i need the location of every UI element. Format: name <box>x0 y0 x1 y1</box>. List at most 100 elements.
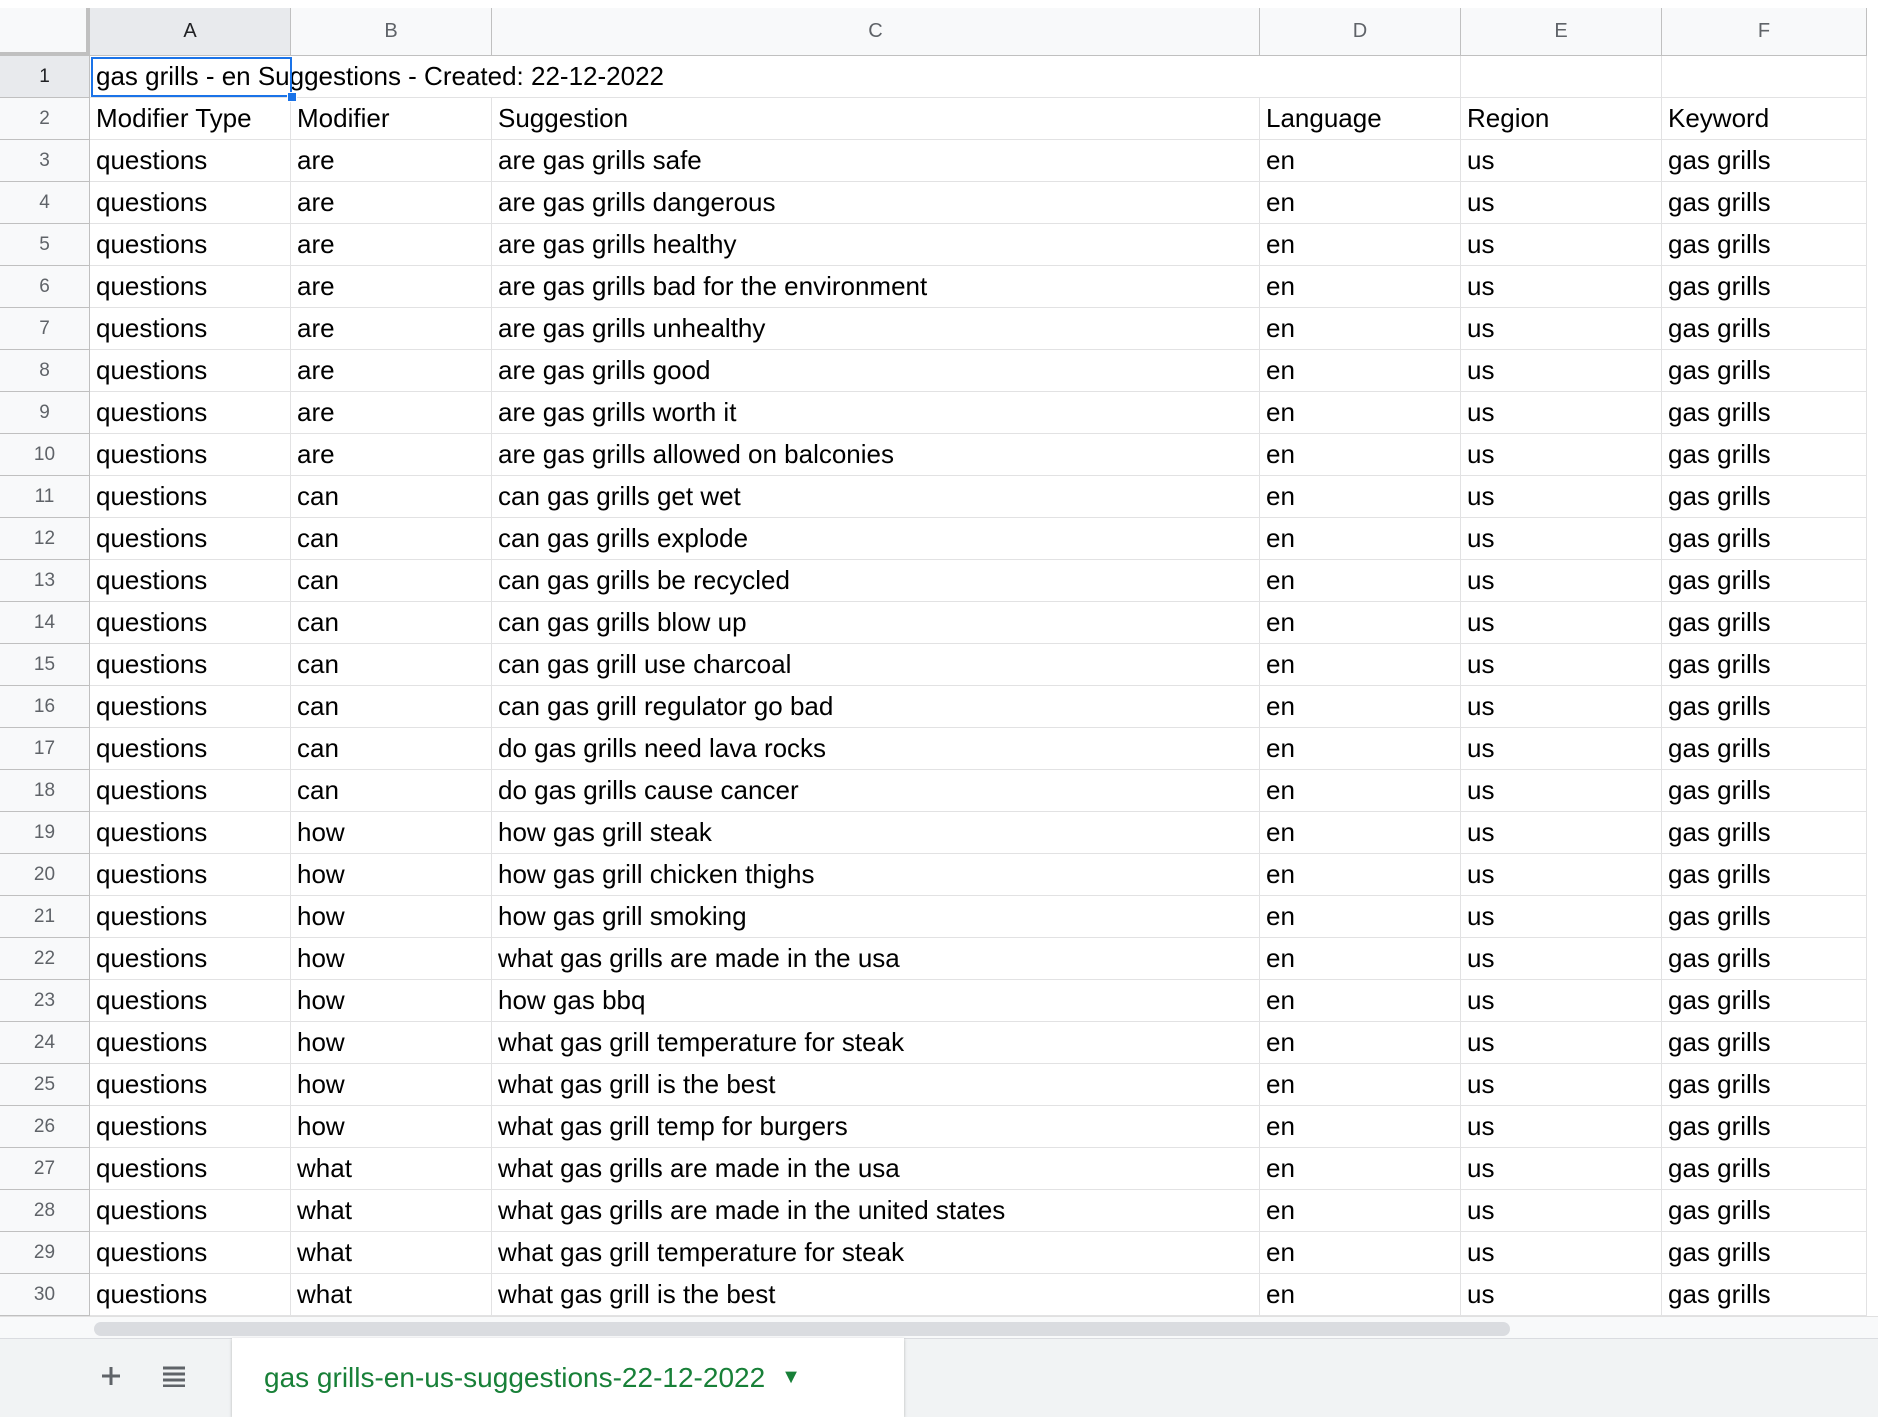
row-header[interactable]: 11 <box>0 476 90 518</box>
cell[interactable]: us <box>1461 896 1662 938</box>
cell[interactable]: questions <box>90 224 291 266</box>
row-header[interactable]: 9 <box>0 392 90 434</box>
cell[interactable]: Region <box>1461 98 1662 140</box>
cell[interactable]: how <box>291 896 492 938</box>
column-header-d[interactable]: D <box>1260 8 1461 56</box>
cell[interactable]: us <box>1461 938 1662 980</box>
cell[interactable]: are <box>291 350 492 392</box>
cell[interactable]: en <box>1260 980 1461 1022</box>
cell[interactable]: are gas grills good <box>492 350 1260 392</box>
cell[interactable]: us <box>1461 434 1662 476</box>
cell[interactable]: us <box>1461 560 1662 602</box>
cell[interactable]: gas grills <box>1662 434 1867 476</box>
cell[interactable]: us <box>1461 182 1662 224</box>
row-header[interactable]: 1 <box>0 56 90 98</box>
cell[interactable]: gas grills <box>1662 644 1867 686</box>
cell[interactable]: are <box>291 266 492 308</box>
cell[interactable]: questions <box>90 1022 291 1064</box>
cell[interactable]: how gas grill smoking <box>492 896 1260 938</box>
cell[interactable]: gas grills <box>1662 896 1867 938</box>
cell[interactable]: questions <box>90 308 291 350</box>
cell[interactable]: questions <box>90 896 291 938</box>
cell[interactable]: en <box>1260 602 1461 644</box>
cell[interactable]: us <box>1461 602 1662 644</box>
cell[interactable]: what gas grills are made in the united s… <box>492 1190 1260 1232</box>
row-header[interactable]: 22 <box>0 938 90 980</box>
cell[interactable]: us <box>1461 1274 1662 1316</box>
cell[interactable]: questions <box>90 518 291 560</box>
cell[interactable]: us <box>1461 1190 1662 1232</box>
cell[interactable]: us <box>1461 812 1662 854</box>
cell[interactable]: gas grills <box>1662 812 1867 854</box>
cell[interactable]: can gas grill use charcoal <box>492 644 1260 686</box>
scrollbar-thumb[interactable] <box>94 1322 1510 1336</box>
row-header[interactable]: 4 <box>0 182 90 224</box>
cell[interactable]: questions <box>90 266 291 308</box>
row-header[interactable]: 23 <box>0 980 90 1022</box>
cell[interactable]: us <box>1461 224 1662 266</box>
column-header-c[interactable]: C <box>492 8 1260 56</box>
cell[interactable]: are gas grills healthy <box>492 224 1260 266</box>
cell[interactable]: can <box>291 728 492 770</box>
cell[interactable]: en <box>1260 266 1461 308</box>
column-header-b[interactable]: B <box>291 8 492 56</box>
cell[interactable]: en <box>1260 854 1461 896</box>
row-header[interactable]: 2 <box>0 98 90 140</box>
cell[interactable]: en <box>1260 140 1461 182</box>
cell[interactable]: questions <box>90 1190 291 1232</box>
column-header-f[interactable]: F <box>1662 8 1867 56</box>
cell[interactable]: can <box>291 602 492 644</box>
cell[interactable]: gas grills <box>1662 224 1867 266</box>
cell[interactable]: questions <box>90 644 291 686</box>
cell[interactable]: questions <box>90 854 291 896</box>
cell[interactable]: gas grills <box>1662 182 1867 224</box>
row-header[interactable]: 21 <box>0 896 90 938</box>
cell[interactable]: gas grills <box>1662 1232 1867 1274</box>
cell[interactable]: en <box>1260 1148 1461 1190</box>
cell[interactable]: gas grills <box>1662 308 1867 350</box>
cell[interactable]: us <box>1461 1148 1662 1190</box>
cell[interactable]: what <box>291 1190 492 1232</box>
cell[interactable]: us <box>1461 1064 1662 1106</box>
cell[interactable]: what gas grill is the best <box>492 1274 1260 1316</box>
cell[interactable]: us <box>1461 266 1662 308</box>
cell[interactable]: us <box>1461 476 1662 518</box>
row-header[interactable]: 25 <box>0 1064 90 1106</box>
cell[interactable]: how <box>291 980 492 1022</box>
cell[interactable]: en <box>1260 224 1461 266</box>
cell[interactable]: questions <box>90 980 291 1022</box>
cell[interactable]: are <box>291 182 492 224</box>
cell[interactable]: questions <box>90 350 291 392</box>
cell[interactable]: questions <box>90 602 291 644</box>
cell[interactable]: can <box>291 686 492 728</box>
cell[interactable]: what gas grills are made in the usa <box>492 938 1260 980</box>
cell[interactable]: can gas grills get wet <box>492 476 1260 518</box>
cell[interactable]: how gas bbq <box>492 980 1260 1022</box>
cell[interactable]: us <box>1461 1022 1662 1064</box>
cell[interactable]: can gas grills blow up <box>492 602 1260 644</box>
row-header[interactable]: 13 <box>0 560 90 602</box>
cell[interactable]: how <box>291 1022 492 1064</box>
cell[interactable]: what gas grill temp for burgers <box>492 1106 1260 1148</box>
cell[interactable]: are gas grills dangerous <box>492 182 1260 224</box>
cell[interactable] <box>1260 56 1461 98</box>
cell[interactable]: are gas grills worth it <box>492 392 1260 434</box>
cell[interactable]: en <box>1260 896 1461 938</box>
cell[interactable]: are <box>291 434 492 476</box>
cell[interactable]: gas grills <box>1662 854 1867 896</box>
cell[interactable]: us <box>1461 308 1662 350</box>
cell[interactable]: gas grills <box>1662 1190 1867 1232</box>
row-header[interactable]: 29 <box>0 1232 90 1274</box>
cell[interactable]: are gas grills safe <box>492 140 1260 182</box>
cell[interactable]: are <box>291 140 492 182</box>
row-header[interactable]: 30 <box>0 1274 90 1316</box>
row-header[interactable]: 19 <box>0 812 90 854</box>
row-header[interactable]: 5 <box>0 224 90 266</box>
cell[interactable]: en <box>1260 1232 1461 1274</box>
cell[interactable]: en <box>1260 1106 1461 1148</box>
row-header[interactable]: 24 <box>0 1022 90 1064</box>
cell[interactable]: us <box>1461 728 1662 770</box>
row-header[interactable]: 18 <box>0 770 90 812</box>
row-header[interactable]: 16 <box>0 686 90 728</box>
cell[interactable]: how <box>291 854 492 896</box>
